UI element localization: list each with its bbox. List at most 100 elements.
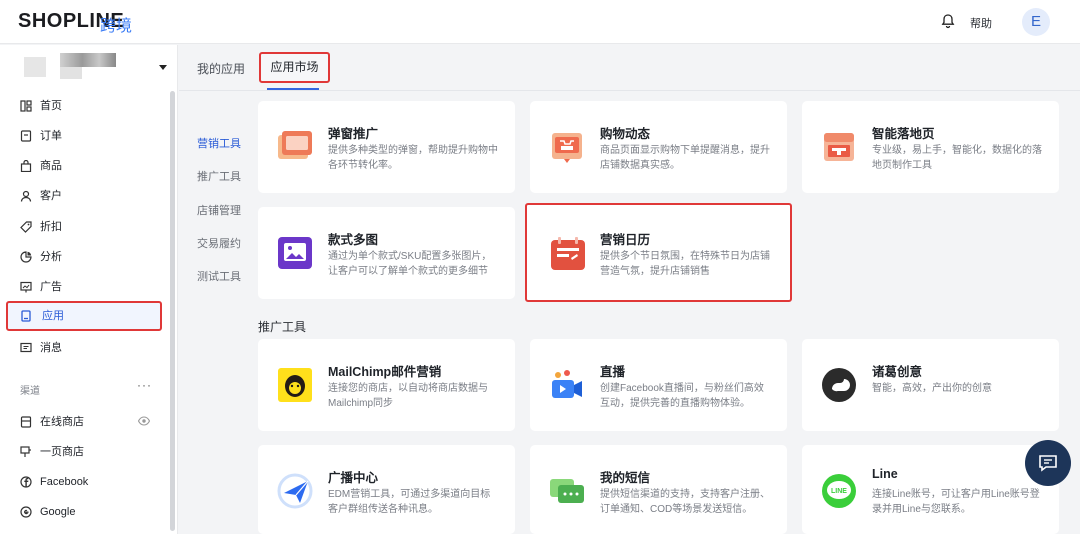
chat-button[interactable] [1025,440,1071,486]
category-store-management[interactable]: 店铺管理 [197,202,241,218]
calendar-icon [551,237,585,270]
app-title: 我的短信 [600,471,651,485]
sidebar-item-label: 客户 [40,190,62,202]
sidebar-item-home[interactable]: 首页 [6,91,162,121]
active-tab-indicator [267,88,319,90]
tag-icon [20,221,32,233]
sms-icon [550,479,584,503]
app-card-line[interactable]: LINE Line 连接Line账号，可让客户用Line账号登录并用Line与您… [802,445,1059,534]
app-title: 直播 [600,365,626,379]
sidebar-item-ads[interactable]: 广告 [6,272,162,302]
sidebar-item-label: 首页 [40,100,62,112]
category-test-tools[interactable]: 测试工具 [197,268,241,284]
app-card-live[interactable]: 直播 创建Facebook直播间，与粉丝们高效互动，提供完善的直播购物体验。 [530,339,787,431]
sidebar-item-apps[interactable]: 应用 [6,301,162,331]
home-icon [20,100,32,112]
app-card-marketing-calendar[interactable]: 营销日历 提供多个节日氛围，在特殊节日为店铺营造气氛，提升店铺销售 [525,203,792,302]
app-card-zhuge[interactable]: 诸葛创意 智能，高效，产出你的创意 [802,339,1059,431]
tab-my-apps[interactable]: 我的应用 [197,60,245,77]
channels-more-button[interactable]: ··· [137,378,152,392]
category-marketing-tools[interactable]: 营销工具 [197,135,241,151]
sidebar-item-analytics[interactable]: 分析 [6,242,162,272]
app-description: 提供多种类型的弹窗，帮助提升购物中各环节转化率。 [328,145,498,171]
help-link[interactable]: 帮助 [970,15,992,31]
app-description: 专业级，易上手，智能化，数据化的落地页制作工具 [872,145,1042,171]
app-card-sms[interactable]: 我的短信 提供短信渠道的支持，支持客户注册、订单通知、COD等场景发送短信。 [530,445,787,534]
app-description: 智能，高效，产出你的创意 [872,383,992,394]
sidebar-item-label: 订单 [40,130,62,142]
app-icon [21,310,31,322]
sidebar-item-label: 在线商店 [40,416,84,428]
app-card-popup[interactable]: 弹窗推广 提供多种类型的弹窗，帮助提升购物中各环节转化率。 [258,101,515,193]
app-description: 商品页面显示购物下单提醒消息，提升店铺数据真实感。 [600,145,770,171]
app-title: MailChimp邮件营销 [328,365,442,379]
chat-icon [1039,455,1057,472]
app-title: 营销日历 [600,233,651,247]
category-fulfillment[interactable]: 交易履约 [197,235,241,251]
sidebar-item-customers[interactable]: 客户 [6,181,162,211]
app-description: 提供短信渠道的支持，支持客户注册、订单通知、COD等场景发送短信。 [600,489,770,515]
sidebar-item-label: Facebook [40,476,89,488]
chart-icon [20,251,32,263]
tab-bar: 我的应用 应用市场 [179,45,1080,91]
sidebar-item-facebook[interactable]: Facebook [6,467,162,497]
sidebar-item-discounts[interactable]: 折扣 [6,212,162,242]
zhuge-icon [822,368,856,402]
store-switcher[interactable] [24,53,167,81]
user-icon [20,190,32,202]
shopping-feed-icon [552,133,582,163]
app-card-mailchimp[interactable]: MailChimp邮件营销 连接您的商店，以自动将商店数据与Mailchimp同… [258,339,515,431]
tab-app-market[interactable]: 应用市场 [259,52,330,83]
app-description: 创建Facebook直播间，与粉丝们高效互动，提供完善的直播购物体验。 [600,383,764,409]
order-icon [20,130,32,142]
app-card-landing-page[interactable]: 智能落地页 专业级，易上手，智能化，数据化的落地页制作工具 [802,101,1059,193]
svg-text:LINE: LINE [831,488,847,495]
eye-icon[interactable] [138,416,150,426]
app-title: 诸葛创意 [872,365,923,379]
sidebar-item-label: 广告 [40,281,62,293]
store-icon [20,416,32,428]
app-title: 智能落地页 [872,127,935,141]
category-promotion-tools[interactable]: 推广工具 [197,168,241,184]
app-description: 连接Line账号，可让客户用Line账号登录并用Line与您联系。 [872,489,1040,515]
sidebar: 首页 订单 商品 客户 折扣 分析 广告 应用 消息 渠道 ··· 在线商店 一… [0,45,178,534]
logo-subtitle: 跨境 [100,18,133,35]
sidebar-item-orders[interactable]: 订单 [6,121,162,151]
app-description: 连接您的商店，以自动将商店数据与Mailchimp同步 [328,383,488,409]
sidebar-item-products[interactable]: 商品 [6,151,162,181]
app-title: Line [872,467,898,481]
popup-icon [278,131,312,159]
sidebar-item-label: 分析 [40,251,62,263]
bell-icon[interactable] [940,13,956,29]
sidebar-item-label: Google [40,506,76,518]
app-title: 广播中心 [328,471,379,485]
app-card-shopping-feed[interactable]: 购物动态 商品页面显示购物下单提醒消息，提升店铺数据真实感。 [530,101,787,193]
ad-icon [20,281,32,293]
broadcast-icon [277,473,313,509]
channels-label: 渠道 [20,386,40,397]
sidebar-item-label: 应用 [42,310,64,322]
app-description: EDM营销工具，可通过多渠道向目标客户群组传送各种讯息。 [328,489,491,515]
sidebar-item-label: 商品 [40,160,62,172]
app-description: 提供多个节日氛围，在特殊节日为店铺营造气氛，提升店铺销售 [600,251,770,277]
sidebar-scrollbar[interactable] [170,91,175,531]
landing-page-icon [824,133,854,161]
sidebar-item-one-page-store[interactable]: 一页商店 [6,437,162,467]
sidebar-item-label: 消息 [40,342,62,354]
sidebar-item-messages[interactable]: 消息 [6,333,162,363]
sidebar-item-label: 折扣 [40,221,62,233]
top-bar: SHOPLINE 跨境 帮助 E [0,0,1080,44]
section-title-promotion: 推广工具 [258,320,307,334]
caret-down-icon [159,65,167,70]
app-card-broadcast[interactable]: 广播中心 EDM营销工具，可通过多渠道向目标客户群组传送各种讯息。 [258,445,515,534]
app-description: 通过为单个款式/SKU配置多张图片，让客户可以了解单个款式的更多细节 [328,251,492,277]
mailchimp-icon [278,368,312,402]
facebook-icon [20,476,32,488]
app-title: 弹窗推广 [328,127,379,141]
sidebar-item-google[interactable]: Google [6,497,162,527]
app-card-multi-image[interactable]: 款式多图 通过为单个款式/SKU配置多张图片，让客户可以了解单个款式的更多细节 [258,207,515,299]
avatar[interactable]: E [1022,8,1050,36]
store-name-blur [60,67,82,79]
sidebar-item-label: 一页商店 [40,446,84,458]
line-icon: LINE [822,474,856,508]
